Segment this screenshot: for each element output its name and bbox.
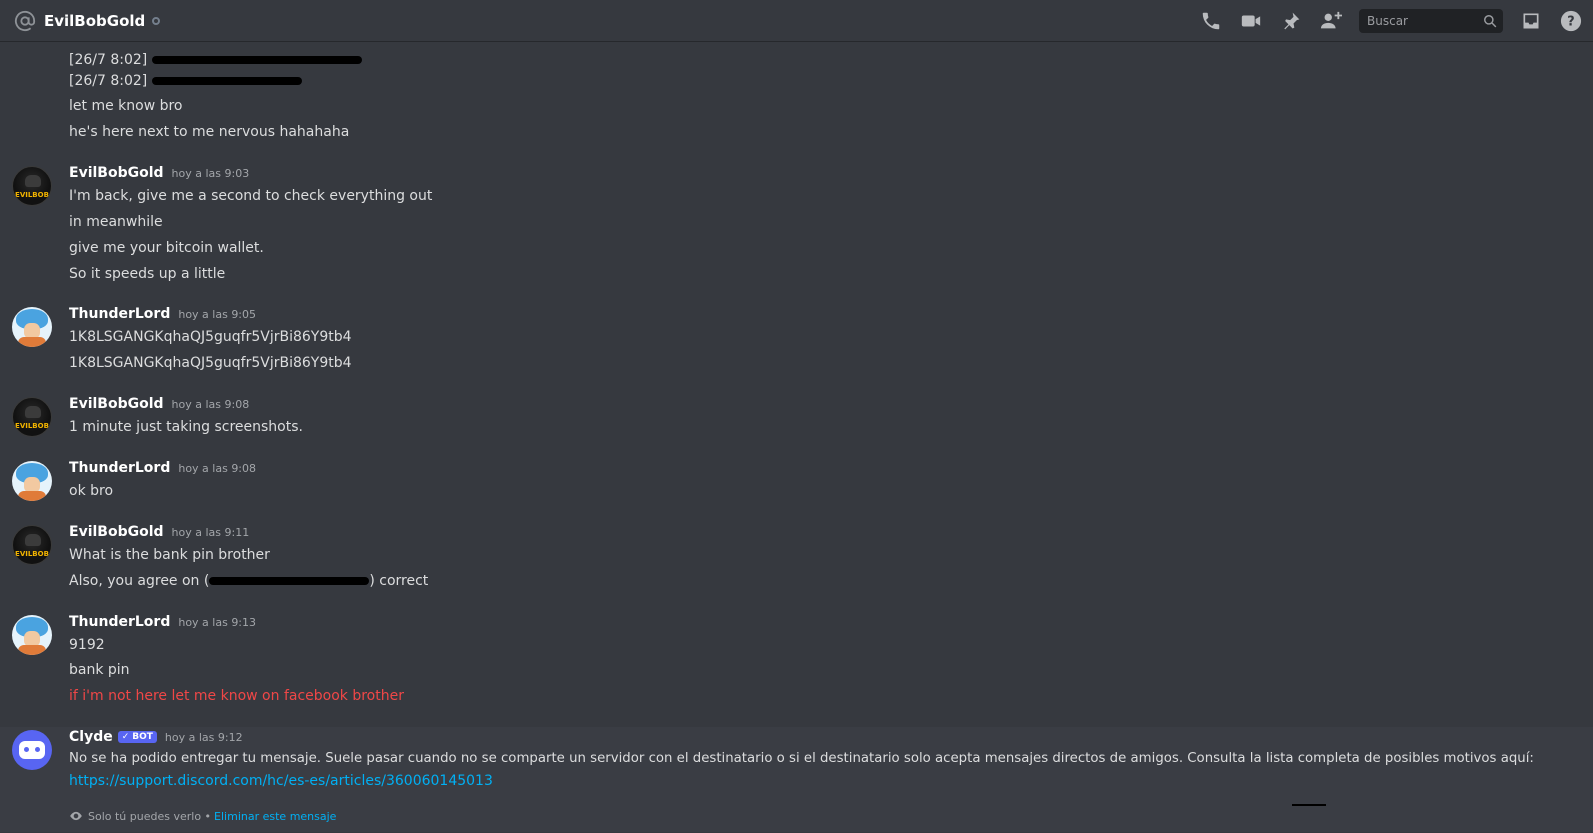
username[interactable]: ThunderLord	[69, 306, 170, 322]
username[interactable]: ThunderLord	[69, 614, 170, 630]
message-line: So it speeds up a little	[69, 266, 226, 282]
message-line: No se ha podido entregar tu mensaje. Sue…	[69, 751, 1534, 766]
pinned-messages-icon[interactable]	[1279, 9, 1303, 33]
message-line: he's here next to me nervous hahahaha	[69, 124, 350, 140]
redacted-text	[209, 577, 370, 585]
search-input[interactable]	[1365, 12, 1483, 29]
dm-title: EvilBobGold	[44, 11, 146, 30]
start-voice-call-icon[interactable]	[1199, 9, 1223, 33]
message-header: EvilBobGold hoy a las 9:11	[69, 524, 249, 540]
add-friend-to-dm-icon[interactable]	[1319, 9, 1343, 33]
message-line: give me your bitcoin wallet.	[69, 240, 264, 256]
channel-header: EvilBobGold ?	[0, 0, 1593, 42]
divider-mark	[1292, 804, 1326, 806]
message-line: in meanwhile	[69, 214, 163, 230]
message-line: I'm back, give me a second to check ever…	[69, 188, 433, 204]
message-line: [26/7 8:02]	[69, 52, 362, 68]
message-line: What is the bank pin brother	[69, 547, 270, 563]
message-header: EvilBobGold hoy a las 9:03	[69, 165, 249, 181]
search-icon	[1483, 14, 1497, 28]
message-line: let me know bro	[69, 98, 183, 114]
message-line: 1K8LSGANGKqhaQJ5guqfr5VjrBi86Y9tb4	[69, 355, 352, 371]
timestamp: hoy a las 9:08	[178, 462, 257, 475]
avatar[interactable]	[12, 615, 52, 655]
message-header: ThunderLord hoy a las 9:05	[69, 306, 256, 322]
timestamp: hoy a las 9:13	[178, 616, 257, 629]
message-line: 1 minute just taking screenshots.	[69, 419, 303, 435]
message-header: Clyde ✓ BOT hoy a las 9:12	[69, 729, 243, 745]
username[interactable]: ThunderLord	[69, 460, 170, 476]
message-header: EvilBobGold hoy a las 9:08	[69, 396, 249, 412]
message-line: bank pin	[69, 662, 130, 678]
delete-message-link[interactable]: Eliminar este mensaje	[214, 810, 336, 823]
avatar[interactable]	[12, 307, 52, 347]
timestamp: hoy a las 9:11	[171, 526, 250, 539]
message-line: Also, you agree on () correct	[69, 573, 429, 589]
message-line: [26/7 8:02]	[69, 73, 302, 89]
timestamp: hoy a las 9:03	[171, 167, 250, 180]
help-icon[interactable]: ?	[1559, 9, 1583, 33]
search-bar[interactable]	[1359, 8, 1503, 33]
timestamp: hoy a las 9:05	[178, 308, 257, 321]
message-line: ok bro	[69, 483, 114, 499]
message-list: [26/7 8:02] [26/7 8:02] let me know bro …	[0, 42, 1593, 832]
message-line: 9192	[69, 637, 105, 653]
username[interactable]: EvilBobGold	[69, 524, 164, 540]
eye-icon	[69, 809, 83, 823]
clyde-avatar[interactable]	[12, 730, 52, 770]
bot-badge: ✓ BOT	[117, 731, 157, 743]
inbox-icon[interactable]	[1519, 9, 1543, 33]
status-offline-icon	[152, 16, 161, 25]
message-line: 1K8LSGANGKqhaQJ5guqfr5VjrBi86Y9tb4	[69, 329, 352, 345]
verified-check-icon: ✓	[121, 732, 130, 742]
at-sign-icon	[14, 10, 36, 32]
message-line-alert: if i'm not here let me know on facebook …	[69, 688, 404, 704]
support-link[interactable]: https://support.discord.com/hc/es-es/art…	[69, 773, 493, 789]
start-video-call-icon[interactable]	[1239, 9, 1263, 33]
message-header: ThunderLord hoy a las 9:13	[69, 614, 256, 630]
avatar[interactable]: EVILBOB	[12, 397, 52, 437]
avatar[interactable]: EVILBOB	[12, 166, 52, 206]
avatar[interactable]	[12, 461, 52, 501]
avatar[interactable]: EVILBOB	[12, 525, 52, 565]
message-header: ThunderLord hoy a las 9:08	[69, 460, 256, 476]
username[interactable]: Clyde	[69, 729, 113, 745]
redacted-text	[151, 77, 302, 85]
timestamp: hoy a las 9:08	[171, 398, 250, 411]
username[interactable]: EvilBobGold	[69, 396, 164, 412]
username[interactable]: EvilBobGold	[69, 165, 164, 181]
redacted-text	[151, 56, 362, 64]
ephemeral-note: Solo tú puedes verlo • Eliminar este men…	[69, 809, 336, 823]
timestamp: hoy a las 9:12	[164, 731, 243, 744]
svg-text:?: ?	[1567, 14, 1574, 29]
message-line: https://support.discord.com/hc/es-es/art…	[69, 773, 493, 789]
